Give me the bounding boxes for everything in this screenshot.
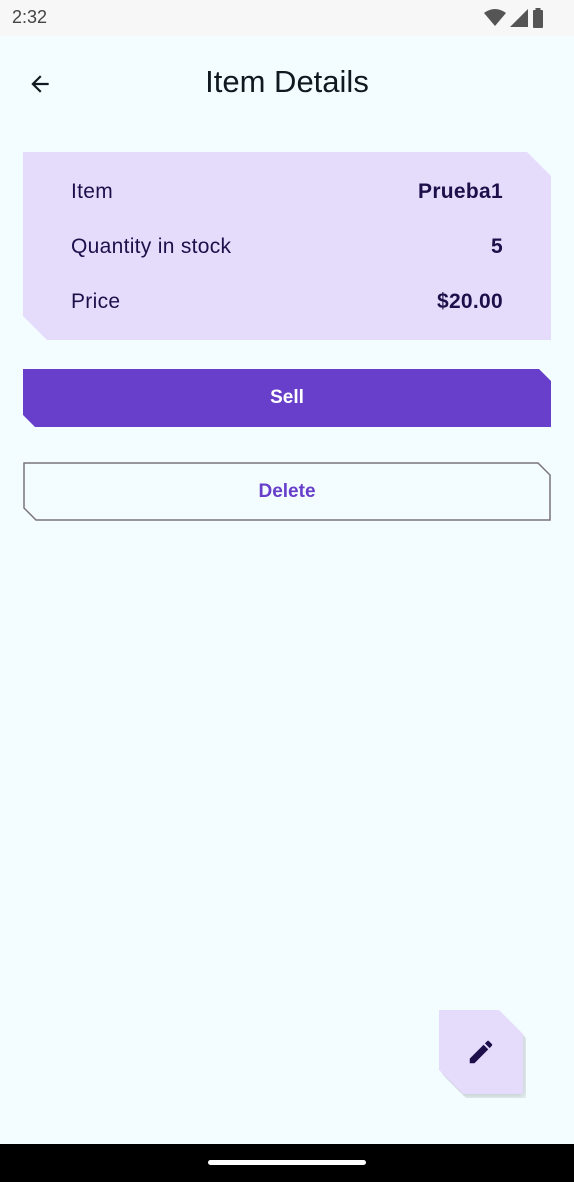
top-app-bar: Item Details — [0, 36, 574, 128]
sell-button[interactable]: Sell — [23, 369, 551, 427]
sell-button-label: Sell — [270, 387, 304, 408]
status-bar: 2:32 — [0, 0, 574, 36]
detail-label: Price — [71, 290, 121, 313]
detail-label: Quantity in stock — [71, 235, 232, 258]
detail-row-item: Item Prueba1 — [71, 177, 503, 207]
cellular-signal-icon — [510, 9, 528, 27]
delete-button-label: Delete — [258, 480, 316, 502]
home-gesture-handle[interactable] — [208, 1160, 366, 1165]
detail-value: Prueba1 — [418, 180, 503, 203]
status-icons — [484, 8, 544, 28]
detail-value: 5 — [491, 235, 503, 258]
detail-label: Item — [71, 180, 114, 203]
detail-value: $20.00 — [436, 290, 503, 313]
system-navigation-bar — [0, 1144, 574, 1182]
wifi-icon — [484, 9, 506, 26]
edit-pencil-icon — [469, 1040, 493, 1064]
status-time: 2:32 — [12, 7, 48, 27]
battery-icon — [533, 8, 543, 28]
delete-button[interactable]: Delete — [23, 462, 551, 521]
page-title: Item Details — [205, 64, 369, 99]
detail-row-price: Price $20.00 — [71, 287, 503, 317]
edit-fab-button[interactable] — [439, 1010, 523, 1094]
detail-row-quantity: Quantity in stock 5 — [71, 232, 503, 262]
item-details-card: Item Prueba1 Quantity in stock 5 Price $… — [23, 152, 551, 340]
